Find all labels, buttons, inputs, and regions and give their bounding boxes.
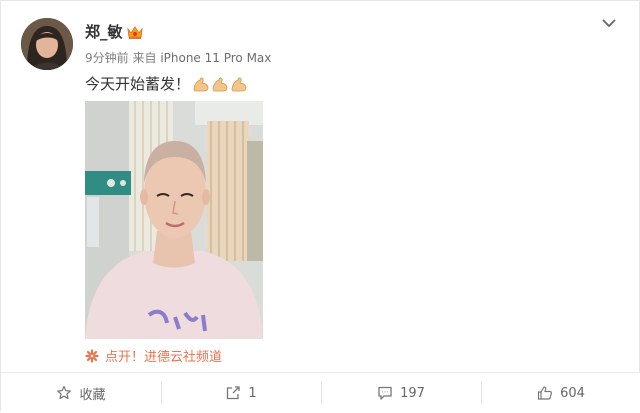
- repost-button[interactable]: 1: [161, 373, 321, 413]
- avatar[interactable]: [21, 18, 73, 70]
- comment-icon: [378, 386, 392, 400]
- post-meta: 9分钟前 来自 iPhone 11 Pro Max: [85, 49, 271, 66]
- favorite-button[interactable]: 收藏: [1, 373, 161, 413]
- post-time[interactable]: 9分钟前: [85, 51, 129, 65]
- flexed-biceps-icon: [193, 77, 209, 91]
- like-count: 604: [560, 385, 585, 401]
- username-text[interactable]: 郑_敏: [85, 21, 123, 42]
- star-outline-icon: [57, 385, 72, 400]
- flexed-biceps-icon: [231, 77, 247, 91]
- thumbs-up-icon: [537, 386, 553, 400]
- asterisk-flower-icon: [85, 348, 99, 363]
- vip-crown-icon: [126, 25, 143, 39]
- post-text: 今天开始蓄发！: [85, 73, 248, 94]
- flexed-biceps-icon: [212, 77, 228, 91]
- source-device[interactable]: iPhone 11 Pro Max: [160, 51, 271, 65]
- favorite-label: 收藏: [79, 387, 106, 403]
- source-prefix: 来自: [132, 51, 157, 65]
- emoji-group: [192, 76, 248, 92]
- action-bar: 收藏 1 197 604: [1, 372, 640, 413]
- weibo-post-card: 郑_敏 9分钟前 来自 iPhone 11 Pro Max 今天开始蓄发！ 点开…: [0, 0, 640, 413]
- comment-count: 197: [400, 385, 425, 401]
- post-photo[interactable]: [85, 101, 263, 339]
- share-icon: [227, 386, 241, 400]
- username[interactable]: 郑_敏: [85, 21, 144, 42]
- like-button[interactable]: 604: [481, 373, 640, 413]
- post-text-content: 今天开始蓄发！: [85, 75, 191, 93]
- chevron-down-icon[interactable]: [601, 17, 617, 29]
- comment-button[interactable]: 197: [321, 373, 481, 413]
- channel-link-text[interactable]: 点开！进德云社频道: [105, 346, 222, 365]
- repost-count: 1: [248, 385, 257, 401]
- channel-link[interactable]: 点开！进德云社频道: [85, 346, 222, 365]
